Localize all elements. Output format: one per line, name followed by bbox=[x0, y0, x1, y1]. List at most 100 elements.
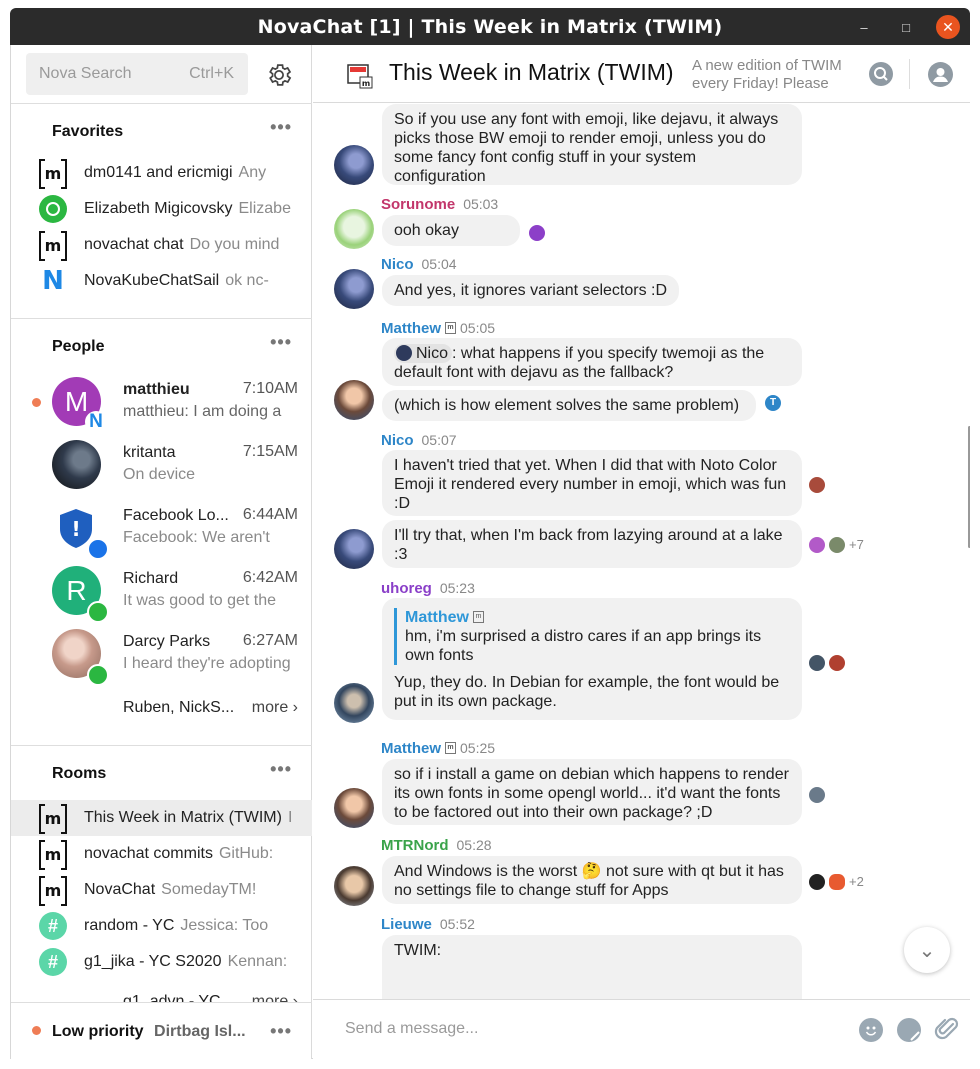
room-header: m This Week in Matrix (TWIM) A new editi… bbox=[313, 45, 970, 103]
message-time: 05:07 bbox=[421, 432, 457, 448]
quote-sender: Matthew bbox=[405, 609, 469, 626]
room-name: g1_jika - YC S2020 bbox=[84, 953, 222, 970]
close-icon[interactable]: ✕ bbox=[936, 15, 960, 39]
room-item[interactable]: # g1_jika - YC S2020 Kennan: bbox=[11, 944, 312, 980]
messenger-icon bbox=[87, 538, 109, 560]
person-item[interactable]: kritanta 7:15AM On device bbox=[11, 436, 312, 499]
message-time: 05:04 bbox=[421, 256, 457, 272]
read-receipt-avatar bbox=[809, 477, 825, 493]
rooms-title: Rooms bbox=[52, 765, 107, 782]
favorite-item[interactable]: m dm0141 and ericmigi Any bbox=[11, 155, 312, 191]
room-name: NovaChat bbox=[84, 881, 156, 898]
maximize-icon[interactable]: □ bbox=[894, 15, 918, 39]
message-bubble[interactable]: I'll try that, when I'm back from lazyin… bbox=[382, 520, 802, 568]
room-item[interactable]: m NovaChat SomedayTM! bbox=[11, 872, 312, 908]
people-more-link[interactable]: more › bbox=[252, 699, 298, 717]
mention-name: Nico bbox=[416, 345, 449, 362]
people-title: People bbox=[52, 338, 105, 355]
message-bubble[interactable]: I haven't tried that yet. When I did tha… bbox=[382, 450, 802, 516]
favorite-item[interactable]: Elizabeth Migicovsky Elizabe bbox=[11, 191, 312, 227]
timeline-scrollbar[interactable] bbox=[968, 426, 970, 548]
sender-name: Lieuwe bbox=[381, 916, 432, 933]
user-icon[interactable] bbox=[928, 62, 953, 87]
message-sender[interactable]: Sorunome 05:03 bbox=[381, 196, 498, 213]
read-receipt-avatar bbox=[809, 537, 825, 553]
unread-indicator bbox=[32, 1026, 41, 1035]
quoted-reply[interactable]: Matthew m hm, i'm surprised a distro care… bbox=[394, 608, 790, 665]
message-bubble[interactable]: And Windows is the worst 🤔 not sure with… bbox=[382, 856, 802, 904]
sticker-icon[interactable] bbox=[897, 1018, 921, 1042]
more-readers-count[interactable]: +2 bbox=[849, 874, 864, 889]
favorites-menu-icon[interactable]: ••• bbox=[270, 117, 292, 138]
person-item[interactable]: M N matthieu 7:10AM matthieu: I am doing… bbox=[11, 373, 312, 436]
whatsapp-icon bbox=[87, 601, 109, 623]
message-sender[interactable]: Nico 05:07 bbox=[381, 432, 457, 449]
message-time: 05:23 bbox=[439, 580, 475, 596]
minimize-icon[interactable]: – bbox=[852, 15, 876, 39]
read-receipt-avatar bbox=[829, 655, 845, 671]
whatsapp-icon bbox=[38, 194, 68, 224]
message-bubble[interactable]: TWIM: bbox=[382, 935, 802, 999]
avatar bbox=[334, 145, 374, 185]
message-timeline[interactable]: So if you use any font with emoji, like … bbox=[313, 104, 970, 999]
message-time: 05:52 bbox=[439, 916, 475, 932]
window-title-bar: NovaChat [1] | This Week in Matrix (TWIM… bbox=[10, 8, 970, 45]
person-item[interactable]: R Richard 6:42AM It was good to get the bbox=[11, 562, 312, 625]
emoji-icon[interactable] bbox=[859, 1018, 883, 1042]
message-sender[interactable]: Matthew m 05:05 bbox=[381, 320, 495, 337]
message-time: 05:25 bbox=[460, 740, 496, 756]
matrix-icon: m bbox=[38, 803, 68, 834]
message-bubble[interactable]: Matthew m hm, i'm surprised a distro care… bbox=[382, 598, 802, 720]
quote-text: hm, i'm surprised a distro cares if an a… bbox=[405, 628, 762, 664]
chevron-down-icon[interactable]: ⌄ bbox=[904, 927, 950, 973]
message-bubble[interactable]: (which is how element solves the same pr… bbox=[382, 390, 756, 421]
avatar bbox=[334, 683, 374, 723]
message-sender[interactable]: MTRNord 05:28 bbox=[381, 837, 492, 854]
message-bubble[interactable]: ooh okay bbox=[382, 215, 520, 246]
message-bubble[interactable]: And yes, it ignores variant selectors :D bbox=[382, 275, 679, 306]
low-priority-menu-icon[interactable]: ••• bbox=[270, 1021, 292, 1042]
rooms-more-link[interactable]: more › bbox=[252, 993, 298, 1002]
people-menu-icon[interactable]: ••• bbox=[270, 332, 292, 353]
favorite-name: Elizabeth Migicovsky bbox=[84, 200, 233, 217]
person-time: 6:42AM bbox=[242, 569, 298, 586]
room-item[interactable]: m novachat commits GitHub: bbox=[11, 836, 312, 872]
low-priority-section[interactable]: Low priority Dirtbag Isl... ••• bbox=[11, 1002, 312, 1059]
search-icon[interactable] bbox=[869, 62, 893, 86]
favorite-item[interactable]: m novachat chat Do you mind bbox=[11, 227, 312, 263]
room-item-twim[interactable]: m This Week in Matrix (TWIM) I bbox=[11, 800, 312, 836]
person-time: 7:10AM bbox=[242, 380, 298, 397]
avatar bbox=[334, 209, 374, 249]
message-bubble[interactable]: so if i install a game on debian which h… bbox=[382, 759, 802, 825]
rooms-menu-icon[interactable]: ••• bbox=[270, 759, 292, 780]
room-item[interactable]: # random - YC Jessica: Too bbox=[11, 908, 312, 944]
people-more-names: Ruben, NickS... bbox=[123, 699, 235, 716]
read-receipt-avatar bbox=[829, 874, 845, 890]
room-preview: Kennan: bbox=[227, 953, 288, 970]
mention-pill[interactable]: Nico bbox=[394, 344, 453, 363]
person-time: 6:27AM bbox=[242, 632, 298, 649]
message-bubble[interactable]: Nico: what happens if you specify twemoj… bbox=[382, 338, 802, 386]
person-item[interactable]: ! Facebook Lo... 6:44AM Facebook: We are… bbox=[11, 499, 312, 562]
sender-name: Nico bbox=[381, 256, 414, 273]
svg-text:m: m bbox=[362, 79, 370, 88]
message-composer[interactable]: Send a message... bbox=[313, 999, 970, 1059]
message-sender[interactable]: uhoreg 05:23 bbox=[381, 580, 475, 597]
message-bubble[interactable]: So if you use any font with emoji, like … bbox=[382, 104, 802, 185]
whatsapp-icon bbox=[87, 664, 109, 686]
message-sender[interactable]: Lieuwe 05:52 bbox=[381, 916, 475, 933]
message-sender[interactable]: Nico 05:04 bbox=[381, 256, 457, 273]
twim-logo-icon: m bbox=[347, 64, 373, 89]
search-input[interactable]: Nova Search Ctrl+K bbox=[26, 53, 248, 95]
message-sender[interactable]: Matthew m 05:25 bbox=[381, 740, 495, 757]
more-readers-count[interactable]: +7 bbox=[849, 537, 864, 552]
person-name: Darcy Parks bbox=[123, 633, 211, 650]
message-time: 05:03 bbox=[463, 196, 499, 212]
app-window: Nova Search Ctrl+K Favorites ••• m dm014… bbox=[10, 45, 970, 1059]
search-placeholder: Nova Search bbox=[39, 65, 132, 82]
favorite-item[interactable]: N NovaKubeChatSail ok nc- bbox=[11, 263, 312, 299]
read-receipt-avatar bbox=[809, 787, 825, 803]
gear-icon[interactable] bbox=[265, 61, 293, 89]
person-item[interactable]: Darcy Parks 6:27AM I heard they're adopt… bbox=[11, 625, 312, 688]
paperclip-icon[interactable] bbox=[934, 1015, 960, 1043]
